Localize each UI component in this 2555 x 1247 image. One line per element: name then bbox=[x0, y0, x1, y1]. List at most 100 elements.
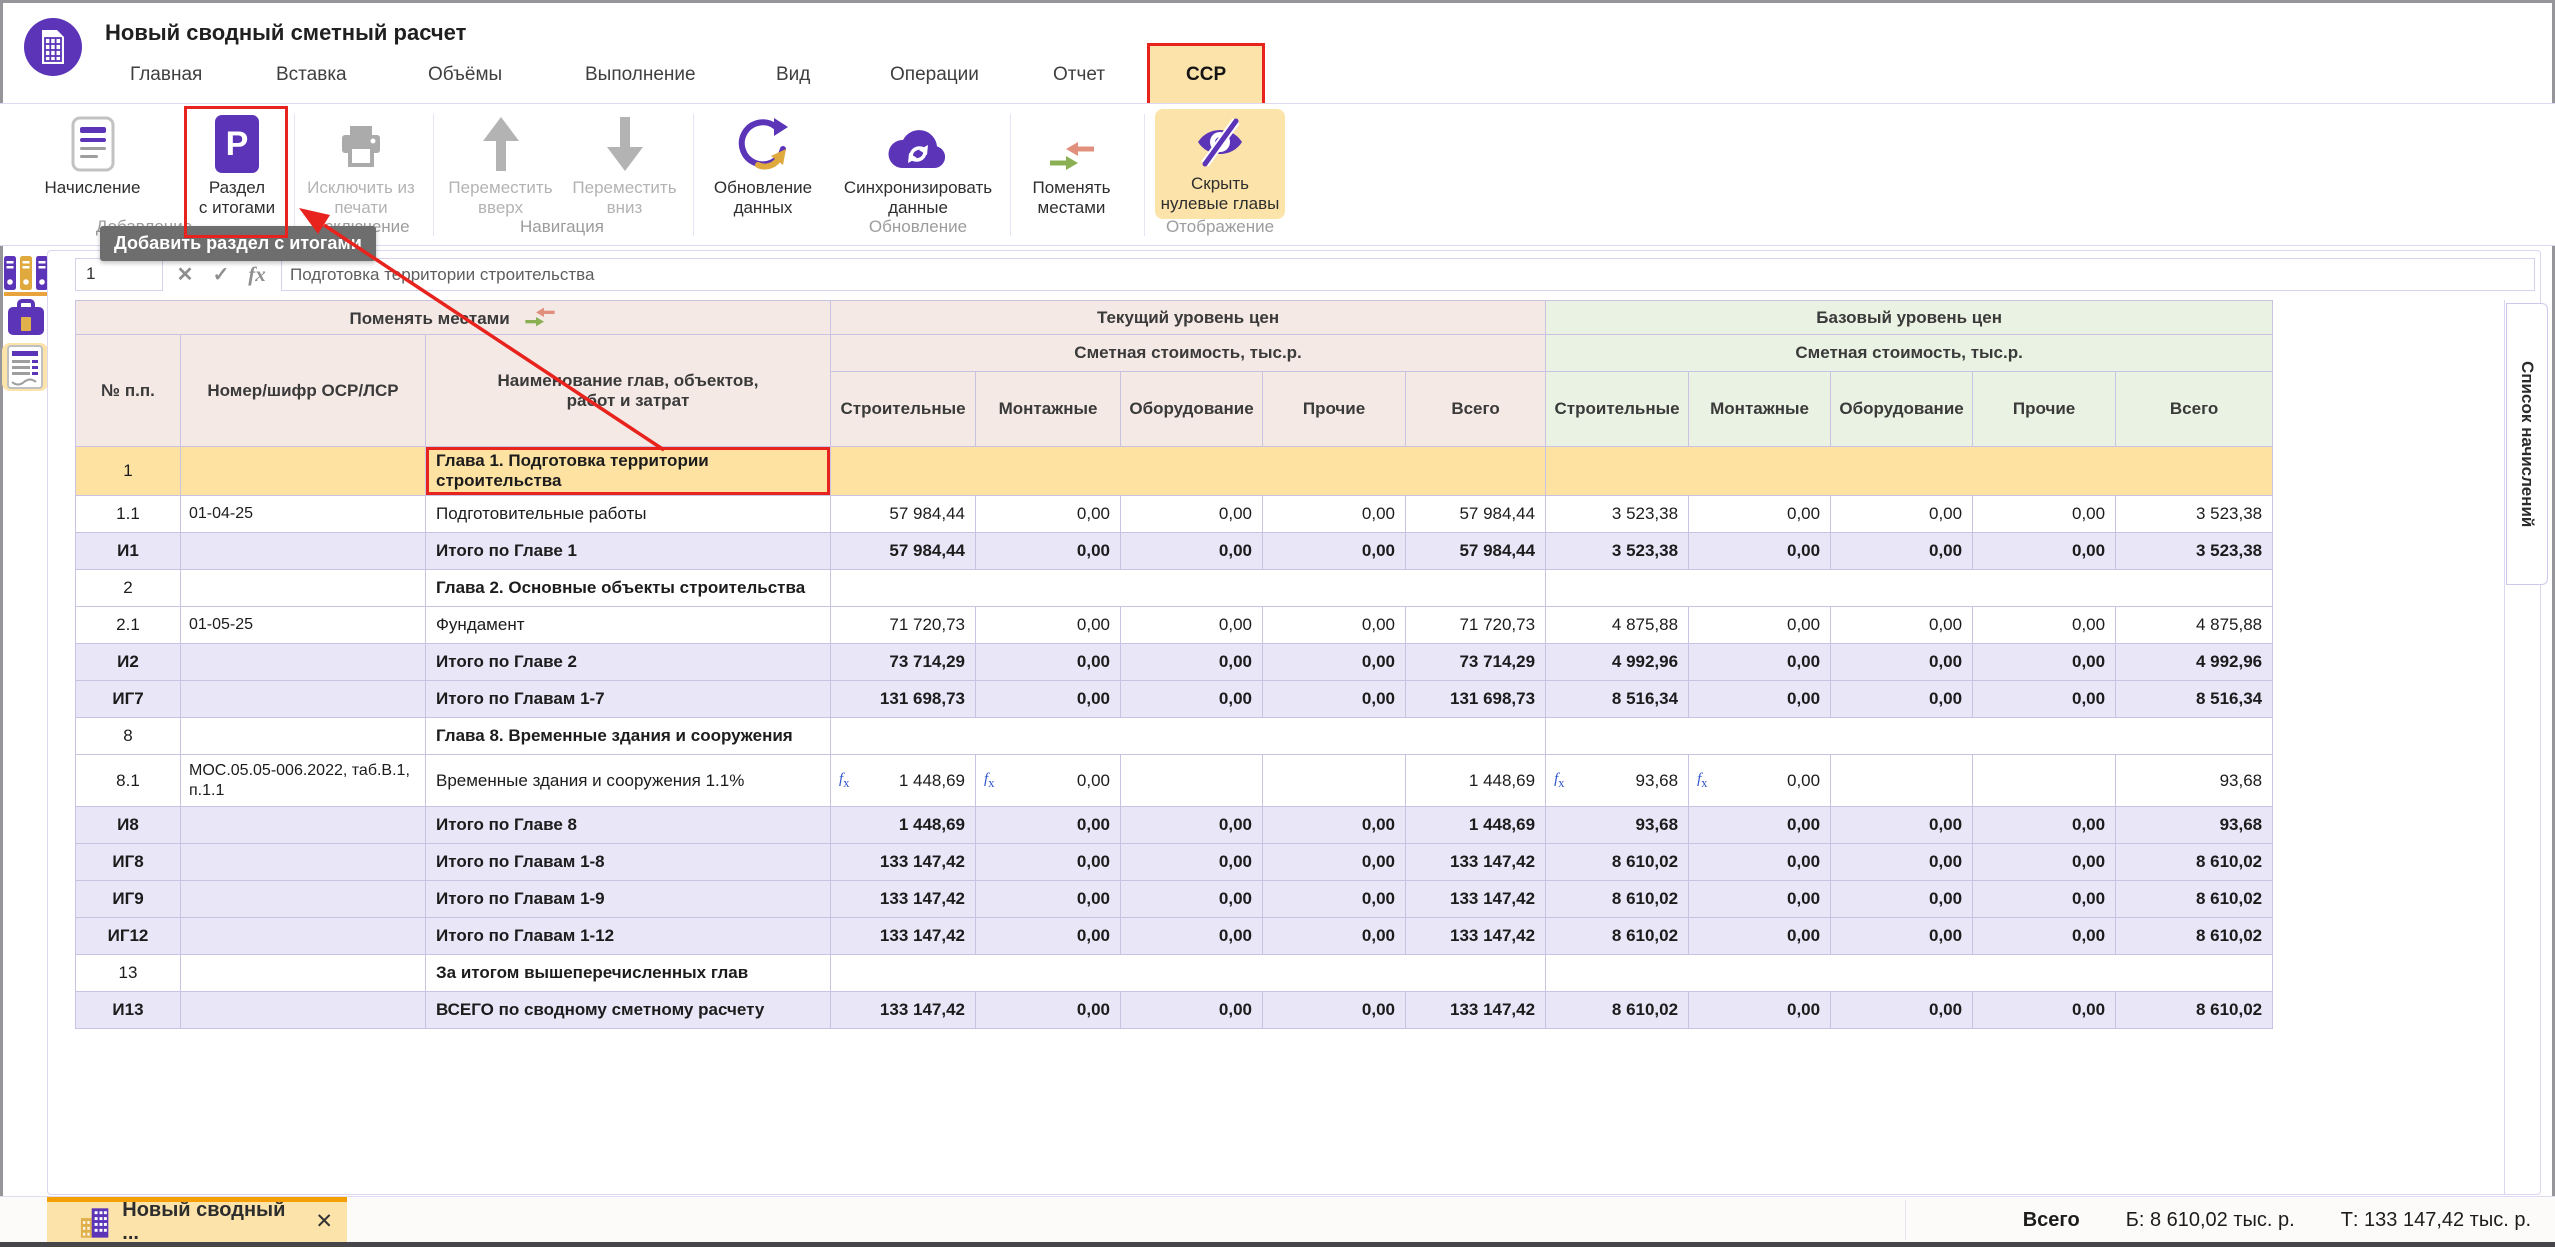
cell-value[interactable]: 73 714,29 bbox=[1406, 644, 1546, 681]
cell-num[interactable]: ИГ8 bbox=[76, 844, 181, 881]
cell-name[interactable]: Итого по Главам 1-9 bbox=[426, 881, 831, 918]
cell-value[interactable]: 133 147,42 bbox=[831, 881, 976, 918]
cell-value[interactable]: 0,00 bbox=[1121, 881, 1263, 918]
cell-value[interactable]: 131 698,73 bbox=[831, 681, 976, 718]
cell-value[interactable]: 0,00 bbox=[1831, 807, 1973, 844]
cell-value[interactable]: 0,00 bbox=[1263, 496, 1406, 533]
cell-num[interactable]: 2 bbox=[76, 570, 181, 607]
cell-value[interactable]: 1 448,69 bbox=[1406, 807, 1546, 844]
cell-value[interactable]: 3 523,38 bbox=[1546, 496, 1689, 533]
cell-code[interactable] bbox=[181, 844, 426, 881]
table-row[interactable]: 8Глава 8. Временные здания и сооружения bbox=[76, 718, 2273, 755]
cell-value[interactable]: 0,00 bbox=[1973, 992, 2116, 1029]
cell-code[interactable]: 01-04-25 bbox=[181, 496, 426, 533]
table-row[interactable]: И2Итого по Главе 273 714,290,000,000,007… bbox=[76, 644, 2273, 681]
cell-value[interactable]: 0,00 bbox=[976, 881, 1121, 918]
cell-code[interactable] bbox=[181, 718, 426, 755]
cell-num[interactable]: 13 bbox=[76, 955, 181, 992]
cell-values-current[interactable] bbox=[831, 447, 1546, 496]
cell-value[interactable]: 0,00 bbox=[1121, 496, 1263, 533]
cell-value[interactable]: 0,00 bbox=[1121, 918, 1263, 955]
tab-Вставка[interactable]: Вставка bbox=[276, 46, 347, 103]
cell-value[interactable]: 0,00 bbox=[1973, 881, 2116, 918]
swap-button[interactable]: Поменять местами bbox=[1024, 109, 1119, 239]
cell-value[interactable]: fx0,00 bbox=[1689, 755, 1831, 807]
cell-value[interactable]: 3 523,38 bbox=[1546, 533, 1689, 570]
cell-value[interactable]: 0,00 bbox=[1831, 496, 1973, 533]
cell-value[interactable]: 8 610,02 bbox=[1546, 881, 1689, 918]
cell-values-base[interactable] bbox=[1546, 718, 2273, 755]
cell-code[interactable]: МОС.05.05-006.2022, таб.В.1, п.1.1 bbox=[181, 755, 426, 807]
cell-value[interactable]: 4 875,88 bbox=[2116, 607, 2273, 644]
cell-value[interactable]: 4 875,88 bbox=[1546, 607, 1689, 644]
cell-value[interactable]: 0,00 bbox=[976, 607, 1121, 644]
cell-value[interactable]: 0,00 bbox=[1973, 533, 2116, 570]
cell-values-base[interactable] bbox=[1546, 447, 2273, 496]
cell-value[interactable]: 0,00 bbox=[1689, 881, 1831, 918]
table-row[interactable]: 2.101-05-25Фундамент71 720,730,000,000,0… bbox=[76, 607, 2273, 644]
cell-code[interactable] bbox=[181, 955, 426, 992]
cell-value[interactable]: 0,00 bbox=[976, 918, 1121, 955]
cell-values-current[interactable] bbox=[831, 955, 1546, 992]
cell-name[interactable]: Итого по Главе 8 bbox=[426, 807, 831, 844]
table-row[interactable]: ИГ7Итого по Главам 1-7131 698,730,000,00… bbox=[76, 681, 2273, 718]
cell-value[interactable]: 0,00 bbox=[1263, 881, 1406, 918]
cell-value[interactable]: 0,00 bbox=[1121, 607, 1263, 644]
cell-value[interactable]: 0,00 bbox=[976, 533, 1121, 570]
tab-Вид[interactable]: Вид bbox=[776, 46, 810, 103]
cell-value[interactable]: 0,00 bbox=[1263, 644, 1406, 681]
cell-code[interactable] bbox=[181, 807, 426, 844]
cell-num[interactable]: 1.1 bbox=[76, 496, 181, 533]
cell-value[interactable]: 0,00 bbox=[976, 496, 1121, 533]
cell-value[interactable]: 3 523,38 bbox=[2116, 496, 2273, 533]
cell-value[interactable]: 0,00 bbox=[976, 644, 1121, 681]
cell-name[interactable]: Итого по Главам 1-7 bbox=[426, 681, 831, 718]
cell-value[interactable]: 57 984,44 bbox=[1406, 533, 1546, 570]
cell-value[interactable]: 0,00 bbox=[1831, 681, 1973, 718]
cell-value[interactable]: 0,00 bbox=[1973, 918, 2116, 955]
cell-value[interactable]: 0,00 bbox=[976, 992, 1121, 1029]
cell-value[interactable]: 133 147,42 bbox=[831, 992, 976, 1029]
table-row[interactable]: 1Глава 1. Подготовка территории строител… bbox=[76, 447, 2273, 496]
row-number-box[interactable]: 1 bbox=[75, 258, 163, 291]
cell-value[interactable]: 4 992,96 bbox=[2116, 644, 2273, 681]
confirm-edit-icon[interactable]: ✓ bbox=[204, 258, 238, 291]
cell-value[interactable]: 0,00 bbox=[1689, 607, 1831, 644]
cell-value[interactable]: 133 147,42 bbox=[1406, 918, 1546, 955]
table-row[interactable]: ИГ12Итого по Главам 1-12133 147,420,000,… bbox=[76, 918, 2273, 955]
cell-value[interactable]: 0,00 bbox=[1689, 918, 1831, 955]
cell-value[interactable]: 8 516,34 bbox=[2116, 681, 2273, 718]
cell-value[interactable]: 57 984,44 bbox=[831, 496, 976, 533]
cell-value[interactable]: 0,00 bbox=[1831, 992, 1973, 1029]
cell-values-current[interactable] bbox=[831, 570, 1546, 607]
cell-value[interactable]: 71 720,73 bbox=[1406, 607, 1546, 644]
cell-num[interactable]: ИГ12 bbox=[76, 918, 181, 955]
cell-code[interactable] bbox=[181, 992, 426, 1029]
cell-num[interactable]: ИГ7 bbox=[76, 681, 181, 718]
cell-value[interactable]: 8 610,02 bbox=[2116, 844, 2273, 881]
cell-value[interactable]: 1 448,69 bbox=[1406, 755, 1546, 807]
cell-value[interactable]: 0,00 bbox=[1973, 807, 2116, 844]
table-row[interactable]: И8Итого по Главе 81 448,690,000,000,001 … bbox=[76, 807, 2273, 844]
cell-value[interactable]: 133 147,42 bbox=[831, 918, 976, 955]
cell-value[interactable]: 8 610,02 bbox=[2116, 881, 2273, 918]
cell-value[interactable]: 0,00 bbox=[1263, 681, 1406, 718]
cell-value[interactable]: 0,00 bbox=[1121, 681, 1263, 718]
cell-name[interactable]: Глава 2. Основные объекты строительства bbox=[426, 570, 831, 607]
table-row[interactable]: 13За итогом вышеперечисленных глав bbox=[76, 955, 2273, 992]
cell-value[interactable]: 133 147,42 bbox=[1406, 992, 1546, 1029]
tab-Операции[interactable]: Операции bbox=[890, 46, 979, 103]
cell-value[interactable] bbox=[1263, 755, 1406, 807]
cell-value[interactable]: 8 610,02 bbox=[2116, 992, 2273, 1029]
tab-Отчет[interactable]: Отчет bbox=[1053, 46, 1105, 103]
cell-value[interactable]: 0,00 bbox=[1689, 807, 1831, 844]
refresh-data-button[interactable]: Обновление данных bbox=[706, 109, 820, 239]
table-row[interactable]: ИГ9Итого по Главам 1-9133 147,420,000,00… bbox=[76, 881, 2273, 918]
cell-code[interactable] bbox=[181, 570, 426, 607]
cell-value[interactable]: 93,68 bbox=[2116, 755, 2273, 807]
cell-value[interactable]: 0,00 bbox=[1831, 644, 1973, 681]
cell-value[interactable]: 3 523,38 bbox=[2116, 533, 2273, 570]
cell-value[interactable]: 0,00 bbox=[976, 807, 1121, 844]
cell-num[interactable]: И1 bbox=[76, 533, 181, 570]
formula-input[interactable] bbox=[281, 258, 2535, 291]
